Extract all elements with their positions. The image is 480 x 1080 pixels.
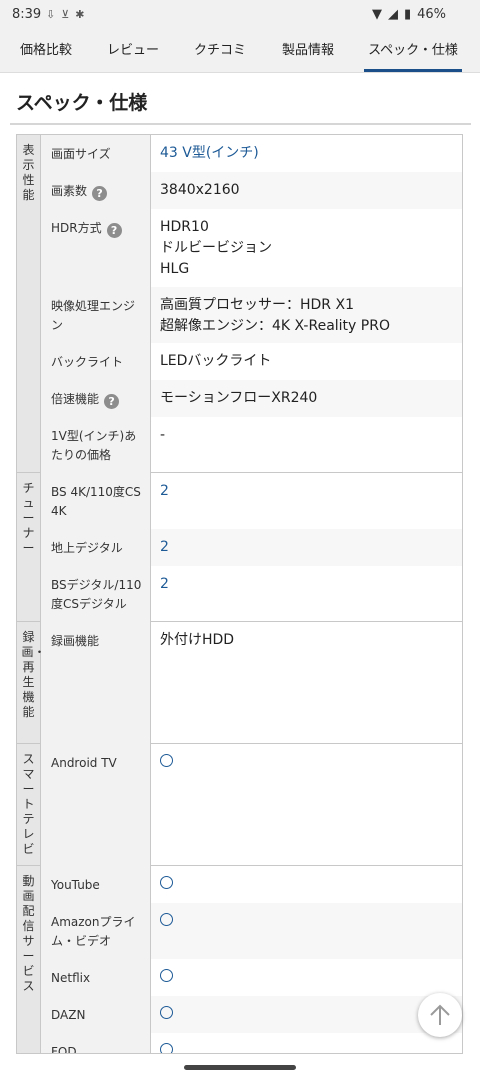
group-display: 表示性能 画面サイズ 43 V型(インチ) 画素数? 3840x2160 HDR…	[17, 135, 462, 473]
row-label: BS 4K/110度CS 4K	[41, 473, 151, 529]
table-row: DAZN	[41, 996, 462, 1033]
row-value: -	[160, 427, 166, 443]
group-streaming: 動画配信サービス YouTube Amazonプライム・ビデオ Netflix …	[17, 866, 462, 1053]
group-label: 表示性能	[17, 135, 41, 472]
group-recording: 録画・再生機能 録画機能 外付けHDD	[17, 622, 462, 744]
row-label: BSデジタル/110度CSデジタル	[41, 566, 151, 622]
bug-icon: ✱	[75, 8, 85, 21]
row-label: Netflix	[41, 959, 151, 996]
battery-icon: ▮	[403, 7, 412, 22]
table-row: FOD	[41, 1033, 462, 1053]
tab-product-info[interactable]: 製品情報	[268, 32, 348, 72]
row-label: 映像処理エンジン	[41, 287, 151, 343]
help-icon[interactable]: ?	[104, 394, 120, 409]
table-row: 画素数? 3840x2160	[41, 172, 462, 209]
table-row: HDR方式? HDR10 ドルビービジョン HLG	[41, 209, 462, 287]
row-label: Amazonプライム・ビデオ	[41, 903, 151, 959]
supported-circle-icon	[160, 969, 173, 982]
table-row: 録画機能 外付けHDD	[41, 622, 462, 744]
tab-bar: 価格比較 レビュー クチコミ 製品情報 スペック・仕様	[0, 32, 480, 73]
battery-level: 46%	[417, 7, 446, 22]
divider	[10, 123, 471, 125]
supported-circle-icon	[160, 876, 173, 889]
table-row: 画面サイズ 43 V型(インチ)	[41, 135, 462, 172]
row-label: FOD	[41, 1033, 151, 1053]
table-row: バックライト LEDバックライト	[41, 343, 462, 380]
row-value: モーションフローXR240	[151, 380, 462, 417]
screen-size-link[interactable]: 43 V型(インチ)	[151, 135, 462, 172]
table-row: BS 4K/110度CS 4K 2	[41, 473, 462, 529]
help-icon[interactable]: ?	[92, 186, 108, 201]
page-title: スペック・仕様	[16, 92, 148, 114]
row-label: YouTube	[41, 866, 151, 903]
tab-spec[interactable]: スペック・仕様	[364, 32, 462, 72]
row-label: 録画機能	[41, 622, 151, 744]
table-row: BSデジタル/110度CSデジタル 2	[41, 566, 462, 622]
arrow-up-icon	[430, 1004, 450, 1025]
row-label: 1V型(インチ)あたりの価格	[41, 417, 151, 473]
row-label: 倍速機能	[51, 392, 100, 406]
table-row: Netflix	[41, 959, 462, 996]
row-label: 地上デジタル	[41, 529, 151, 566]
row-label: 画素数	[51, 184, 88, 198]
bs-digital-link[interactable]: 2	[151, 566, 462, 622]
spec-table: 表示性能 画面サイズ 43 V型(インチ) 画素数? 3840x2160 HDR…	[16, 134, 463, 1054]
row-value: 高画質プロセッサー：HDR X1 超解像エンジン：4K X-Reality PR…	[151, 287, 462, 343]
bs4k-link[interactable]: 2	[151, 473, 462, 529]
table-row: 1V型(インチ)あたりの価格 -	[41, 417, 462, 473]
row-label: 画面サイズ	[41, 135, 151, 172]
terrestrial-link[interactable]: 2	[151, 529, 462, 566]
group-smart-tv: スマートテレビ Android TV	[17, 744, 462, 866]
row-label: DAZN	[41, 996, 151, 1033]
table-row: Amazonプライム・ビデオ	[41, 903, 462, 959]
group-label: 動画配信サービス	[17, 866, 41, 1053]
alarm-icon: ⊻	[61, 8, 70, 21]
row-label: Android TV	[41, 744, 151, 866]
supported-circle-icon	[160, 1043, 173, 1053]
tab-kuchikomi[interactable]: クチコミ	[180, 32, 260, 72]
wifi-icon: ▼	[371, 7, 382, 22]
row-label: バックライト	[41, 343, 151, 380]
supported-circle-icon	[160, 913, 173, 926]
signal-icon: ◢	[387, 7, 398, 22]
help-icon[interactable]: ?	[106, 223, 122, 238]
table-row: Android TV	[41, 744, 462, 866]
tab-price[interactable]: 価格比較	[6, 32, 86, 72]
gesture-nav-handle[interactable]	[184, 1065, 296, 1070]
row-value: HDR10 ドルビービジョン HLG	[160, 219, 272, 277]
table-row: 倍速機能? モーションフローXR240	[41, 380, 462, 417]
group-label: 録画・再生機能	[17, 622, 46, 743]
group-tuner: チューナー BS 4K/110度CS 4K 2 地上デジタル 2 BSデジタル/…	[17, 473, 462, 622]
tab-review[interactable]: レビュー	[93, 32, 173, 72]
supported-circle-icon	[160, 754, 173, 767]
group-label: スマートテレビ	[17, 744, 41, 865]
notification-icon: ⇩	[46, 8, 56, 21]
table-row: 映像処理エンジン 高画質プロセッサー：HDR X1 超解像エンジン：4K X-R…	[41, 287, 462, 343]
status-bar: 8:39 ⇩ ⊻ ✱ ▼ ◢ ▮ 46%	[0, 0, 480, 32]
row-value: LEDバックライト	[160, 353, 272, 369]
row-value: 外付けHDD	[160, 632, 235, 648]
row-label: HDR方式	[51, 221, 102, 235]
scroll-to-top-button[interactable]	[418, 993, 462, 1037]
row-value: 3840x2160	[151, 172, 462, 209]
table-row: 地上デジタル 2	[41, 529, 462, 566]
table-row: YouTube	[41, 866, 462, 903]
status-time: 8:39	[12, 7, 42, 22]
group-label: チューナー	[17, 473, 41, 621]
supported-circle-icon	[160, 1006, 173, 1019]
